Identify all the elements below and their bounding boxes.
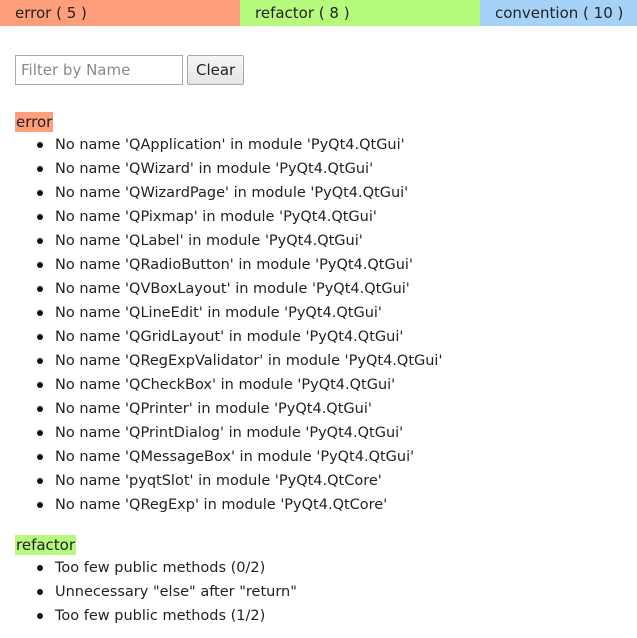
error-section: error No name 'QApplication' in module '…	[15, 112, 442, 517]
bullet-icon	[37, 406, 43, 412]
error-message-text: No name 'QPrintDialog' in module 'PyQt4.…	[55, 425, 404, 441]
refactor-message-list: Too few public methods (0/2) Unnecessary …	[15, 556, 297, 628]
refactor-message-text: Too few public methods (1/2)	[55, 608, 266, 624]
bullet-icon	[37, 262, 43, 268]
error-message-item: No name 'QPrintDialog' in module 'PyQt4.…	[15, 421, 442, 445]
tab-convention[interactable]: convention ( 10 )	[480, 0, 637, 26]
refactor-section-heading: refactor	[15, 535, 77, 555]
bullet-icon	[37, 478, 43, 484]
error-message-text: No name 'QMessageBox' in module 'PyQt4.Q…	[55, 449, 415, 465]
error-message-item: No name 'QApplication' in module 'PyQt4.…	[15, 133, 442, 157]
refactor-message-text: Unnecessary "else" after "return"	[55, 584, 297, 600]
error-message-text: No name 'QVBoxLayout' in module 'PyQt4.Q…	[55, 281, 410, 297]
error-message-text: No name 'QGridLayout' in module 'PyQt4.Q…	[55, 329, 404, 345]
bullet-icon	[37, 502, 43, 508]
filter-by-name-input[interactable]	[15, 55, 183, 85]
refactor-message-item: Too few public methods (0/2)	[15, 556, 297, 580]
error-message-item: No name 'QPrinter' in module 'PyQt4.QtGu…	[15, 397, 442, 421]
bullet-icon	[37, 430, 43, 436]
error-message-item: No name 'QRegExpValidator' in module 'Py…	[15, 349, 442, 373]
refactor-message-item: Too few public methods (1/2)	[15, 604, 297, 628]
bullet-icon	[37, 214, 43, 220]
error-message-text: No name 'QApplication' in module 'PyQt4.…	[55, 137, 405, 153]
error-message-text: No name 'QRegExpValidator' in module 'Py…	[55, 353, 443, 369]
error-message-item: No name 'QMessageBox' in module 'PyQt4.Q…	[15, 445, 442, 469]
refactor-section: refactor Too few public methods (0/2) Unn…	[15, 535, 297, 628]
error-message-text: No name 'QCheckBox' in module 'PyQt4.QtG…	[55, 377, 396, 393]
error-message-text: No name 'QLineEdit' in module 'PyQt4.QtG…	[55, 305, 382, 321]
error-message-text: No name 'QWizard' in module 'PyQt4.QtGui…	[55, 161, 374, 177]
bullet-icon	[37, 238, 43, 244]
bullet-icon	[37, 565, 43, 571]
bullet-icon	[37, 454, 43, 460]
bullet-icon	[37, 286, 43, 292]
error-message-item: No name 'QRadioButton' in module 'PyQt4.…	[15, 253, 442, 277]
bullet-icon	[37, 166, 43, 172]
error-message-text: No name 'QRegExp' in module 'PyQt4.QtCor…	[55, 497, 388, 513]
bullet-icon	[37, 382, 43, 388]
bullet-icon	[37, 613, 43, 619]
bullet-icon	[37, 142, 43, 148]
error-message-item: No name 'QLabel' in module 'PyQt4.QtGui'	[15, 229, 442, 253]
filter-bar: Clear	[15, 55, 245, 85]
error-message-text: No name 'QRadioButton' in module 'PyQt4.…	[55, 257, 413, 273]
error-message-item: No name 'QVBoxLayout' in module 'PyQt4.Q…	[15, 277, 442, 301]
error-message-item: No name 'pyqtSlot' in module 'PyQt4.QtCo…	[15, 469, 442, 493]
bullet-icon	[37, 310, 43, 316]
tab-refactor[interactable]: refactor ( 8 )	[240, 0, 480, 26]
error-message-text: No name 'QPixmap' in module 'PyQt4.QtGui…	[55, 209, 377, 225]
error-message-item: No name 'QRegExp' in module 'PyQt4.QtCor…	[15, 493, 442, 517]
error-message-item: No name 'QLineEdit' in module 'PyQt4.QtG…	[15, 301, 442, 325]
error-message-text: No name 'QWizardPage' in module 'PyQt4.Q…	[55, 185, 409, 201]
error-message-item: No name 'QWizard' in module 'PyQt4.QtGui…	[15, 157, 442, 181]
category-tab-bar: error ( 5 ) refactor ( 8 ) convention ( …	[0, 0, 637, 26]
error-message-item: No name 'QPixmap' in module 'PyQt4.QtGui…	[15, 205, 442, 229]
bullet-icon	[37, 190, 43, 196]
refactor-message-item: Unnecessary "else" after "return"	[15, 580, 297, 604]
bullet-icon	[37, 358, 43, 364]
clear-button[interactable]: Clear	[187, 55, 245, 85]
error-section-heading: error	[15, 112, 54, 132]
error-message-text: No name 'QPrinter' in module 'PyQt4.QtGu…	[55, 401, 372, 417]
error-message-item: No name 'QGridLayout' in module 'PyQt4.Q…	[15, 325, 442, 349]
error-message-text: No name 'pyqtSlot' in module 'PyQt4.QtCo…	[55, 473, 382, 489]
error-message-text: No name 'QLabel' in module 'PyQt4.QtGui'	[55, 233, 363, 249]
bullet-icon	[37, 334, 43, 340]
bullet-icon	[37, 589, 43, 595]
error-message-item: No name 'QWizardPage' in module 'PyQt4.Q…	[15, 181, 442, 205]
refactor-message-text: Too few public methods (0/2)	[55, 560, 266, 576]
tab-error[interactable]: error ( 5 )	[0, 0, 240, 26]
error-message-list: No name 'QApplication' in module 'PyQt4.…	[15, 133, 442, 517]
error-message-item: No name 'QCheckBox' in module 'PyQt4.QtG…	[15, 373, 442, 397]
